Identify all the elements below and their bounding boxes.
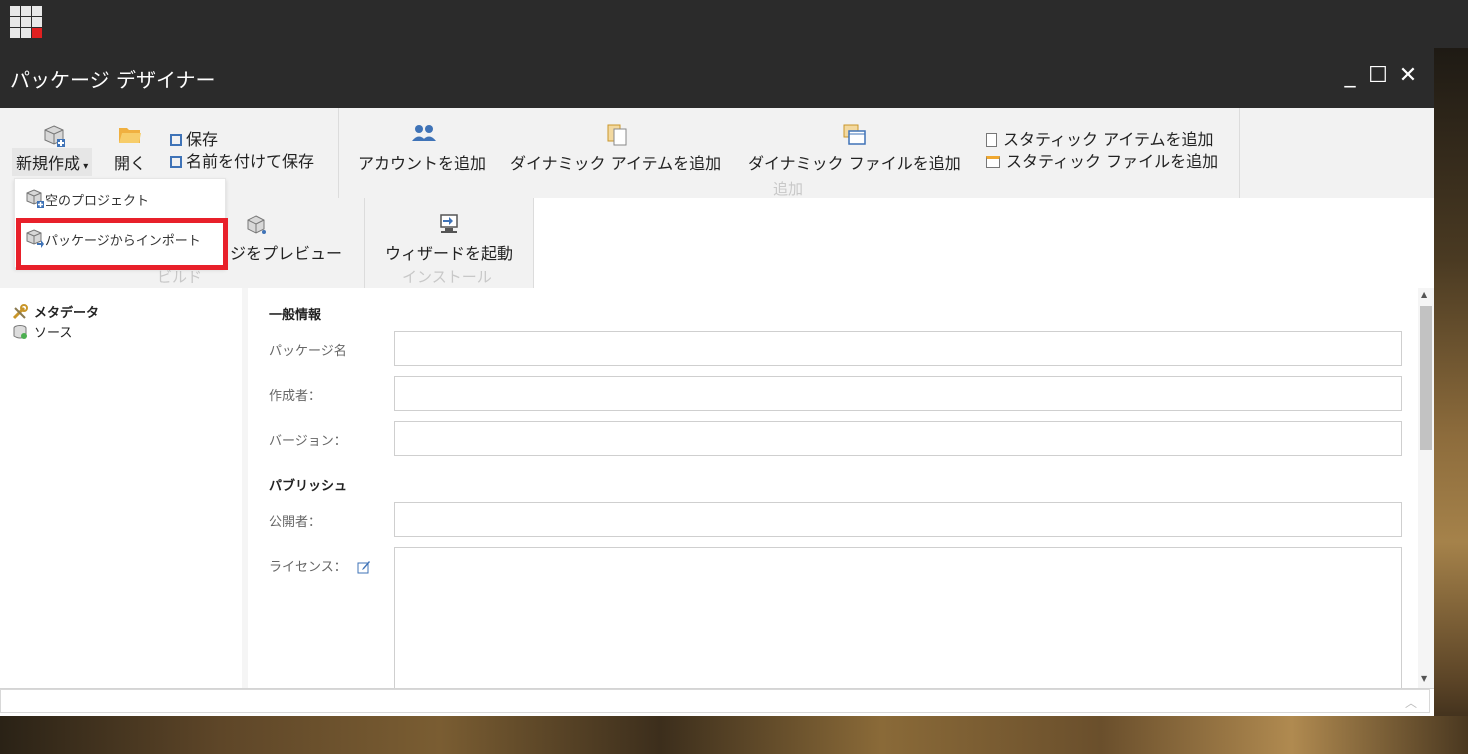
ribbon: 新規作成 ▾ 開く 保存 名前を付けて保存 アカウントを追加 ダイナミック アイ… xyxy=(0,108,1434,288)
close-button[interactable]: ✕ xyxy=(1396,62,1420,90)
group-label-add: 追加 xyxy=(773,180,804,198)
add-dynamic-file-button[interactable]: ダイナミック ファイルを追加 xyxy=(748,150,961,174)
bottom-panel-frame: ︿ xyxy=(0,689,1430,713)
new-button-label: 新規作成 xyxy=(16,154,81,173)
static-file-icon xyxy=(986,156,1000,168)
maximize-button[interactable]: ☐ xyxy=(1366,62,1390,90)
add-static-file-label: スタティック ファイルを追加 xyxy=(1006,152,1219,171)
tree-item-source[interactable]: ソース xyxy=(12,322,72,344)
add-dynamic-file-label: ダイナミック ファイルを追加 xyxy=(748,154,961,173)
save-as-button[interactable]: 名前を付けて保存 xyxy=(170,148,314,172)
folder-open-icon xyxy=(118,124,142,150)
desktop-top-bar xyxy=(0,0,1468,48)
empty-project-icon xyxy=(25,189,45,213)
users-icon xyxy=(412,124,436,146)
ribbon-separator xyxy=(1239,108,1240,198)
package-name-input[interactable] xyxy=(394,331,1402,366)
ribbon-separator xyxy=(338,108,339,198)
scroll-up-icon[interactable]: ▲ xyxy=(1421,290,1427,299)
dynamic-item-icon xyxy=(606,124,630,150)
static-item-icon xyxy=(986,133,997,147)
add-static-item-button[interactable]: スタティック アイテムを追加 xyxy=(986,126,1214,150)
source-icon xyxy=(12,324,28,344)
app-launcher-icon[interactable] xyxy=(10,6,42,38)
group-label-install: インストール xyxy=(402,268,492,286)
open-button[interactable]: 開く xyxy=(114,150,146,174)
properties-form: 一般情報 パッケージ名 作成者： バージョン： パブリッシュ 公開者： ライセン… xyxy=(254,288,1418,697)
bottom-panel: ︿ xyxy=(0,688,1434,716)
save-button-label: 保存 xyxy=(186,130,219,149)
publisher-input[interactable] xyxy=(394,502,1402,537)
chevron-down-icon: ▾ xyxy=(80,161,89,172)
minimize-button[interactable]: _ xyxy=(1338,62,1362,90)
ribbon-separator xyxy=(364,198,365,288)
preview-package-label: ジをプレビュー xyxy=(230,244,343,263)
license-label-text: ライセンス： xyxy=(269,560,347,575)
add-account-button[interactable]: アカウントを追加 xyxy=(358,150,486,174)
author-label: 作成者： xyxy=(269,389,322,404)
section-publish: パブリッシュ xyxy=(269,479,348,494)
license-textarea[interactable] xyxy=(394,547,1402,697)
version-input[interactable] xyxy=(394,421,1402,456)
add-account-label: アカウントを追加 xyxy=(358,154,487,173)
menu-item-label: 空のプロジェクト xyxy=(45,194,150,209)
license-label: ライセンス： xyxy=(269,556,371,578)
add-dynamic-item-button[interactable]: ダイナミック アイテムを追加 xyxy=(510,150,721,174)
save-button[interactable]: 保存 xyxy=(170,126,218,150)
window-title: パッケージ デザイナー xyxy=(10,68,216,92)
publisher-label: 公開者： xyxy=(269,515,322,530)
menu-item-empty-project[interactable]: 空のプロジェクト xyxy=(25,189,149,213)
edit-icon[interactable] xyxy=(357,560,371,578)
tools-icon xyxy=(12,304,28,324)
package-designer-window: パッケージ デザイナー _ ☐ ✕ 新規作成 ▾ 開く 保存 名前を付けて保存 xyxy=(0,48,1434,716)
save-as-icon xyxy=(170,156,182,168)
title-bar: パッケージ デザイナー _ ☐ ✕ xyxy=(0,48,1434,108)
section-general-info: 一般情報 xyxy=(269,308,322,323)
desktop-background xyxy=(1434,48,1468,754)
scroll-down-icon[interactable]: ▼ xyxy=(1421,674,1427,683)
package-preview-icon xyxy=(246,214,268,240)
add-static-file-button[interactable]: スタティック ファイルを追加 xyxy=(986,148,1218,172)
save-as-button-label: 名前を付けて保存 xyxy=(186,152,315,171)
tree-item-label: メタデータ xyxy=(34,306,100,321)
author-input[interactable] xyxy=(394,376,1402,411)
dynamic-file-icon xyxy=(843,124,867,150)
version-label: バージョン： xyxy=(269,434,347,449)
package-name-label: パッケージ名 xyxy=(269,344,347,359)
tree-item-metadata[interactable]: メタデータ xyxy=(12,302,99,324)
vertical-scrollbar[interactable]: ▲ ▼ xyxy=(1418,288,1434,688)
tree-item-label: ソース xyxy=(34,326,73,341)
start-wizard-label: ウィザードを起動 xyxy=(385,244,514,263)
save-icon xyxy=(170,134,182,146)
new-button[interactable]: 新規作成 ▾ xyxy=(12,148,93,176)
add-static-item-label: スタティック アイテムを追加 xyxy=(1003,130,1214,149)
navigation-tree: メタデータ ソース xyxy=(0,288,248,688)
wizard-icon xyxy=(437,212,461,240)
content-area: メタデータ ソース 一般情報 パッケージ名 作成者： バージョン： パブリッシュ… xyxy=(0,288,1434,697)
highlight-box xyxy=(16,218,228,270)
start-wizard-button[interactable]: ウィザードを起動 xyxy=(385,240,513,264)
open-button-label: 開く xyxy=(114,154,147,173)
preview-package-button[interactable]: ジをプレビュー xyxy=(230,240,342,264)
chevron-up-icon[interactable]: ︿ xyxy=(1405,694,1417,711)
ribbon-empty-area xyxy=(534,198,1434,288)
scrollbar-thumb[interactable] xyxy=(1420,306,1432,450)
desktop-background-bottom xyxy=(0,716,1468,754)
add-dynamic-item-label: ダイナミック アイテムを追加 xyxy=(510,154,722,173)
